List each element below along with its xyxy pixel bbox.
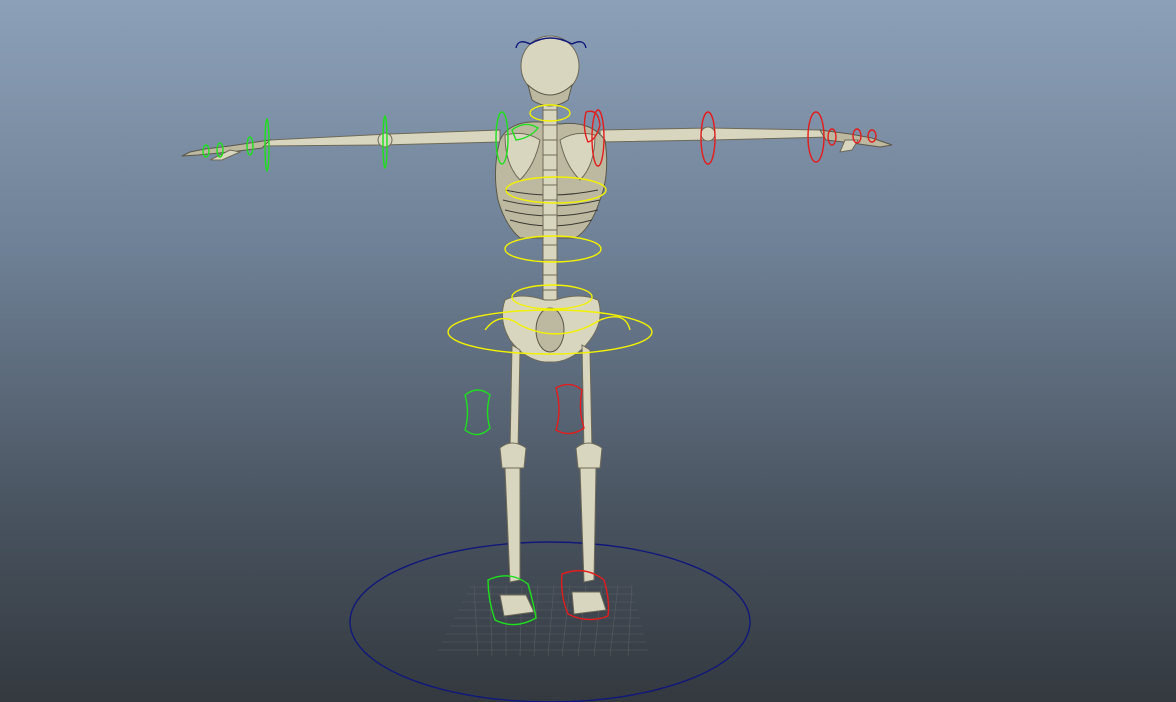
right-knee-control[interactable]: [555, 383, 585, 435]
left-controls[interactable]: [202, 111, 540, 626]
right-arm: [599, 126, 893, 153]
global-control-circle[interactable]: [349, 541, 751, 702]
left-arm: [181, 129, 501, 161]
skull: [520, 35, 580, 107]
left-knee-control[interactable]: [464, 389, 491, 436]
ground-grid: [438, 584, 648, 657]
right-leg: [571, 344, 607, 615]
viewport-scene[interactable]: [0, 0, 1176, 702]
3d-viewport[interactable]: [0, 0, 1176, 702]
